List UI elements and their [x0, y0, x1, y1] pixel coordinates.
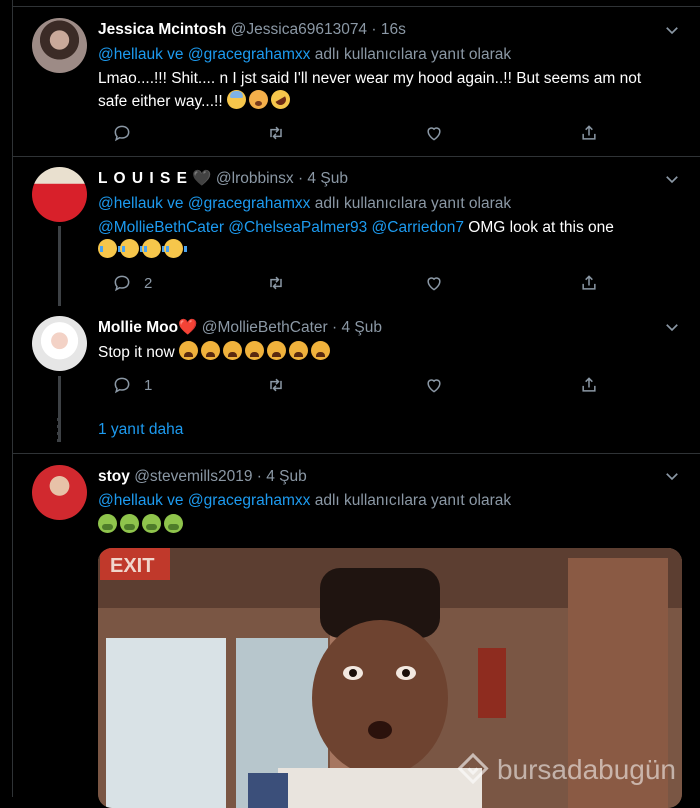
like-button[interactable]	[424, 272, 444, 294]
caret-down-icon[interactable]	[663, 21, 681, 39]
author-name[interactable]: Jessica Mcintosh	[98, 21, 226, 38]
divider	[13, 156, 700, 157]
reply-context: @hellauk ve @gracegrahamxx adlı kullanıc…	[98, 491, 511, 511]
retweet-button[interactable]	[266, 374, 286, 396]
rofl-emoji	[267, 86, 294, 113]
share-button[interactable]	[579, 272, 599, 294]
reply-button[interactable]: 1	[112, 374, 152, 396]
nauseated-emoji	[120, 514, 139, 533]
weary-emoji	[201, 341, 220, 360]
watermark-text: bursadabugün	[496, 754, 676, 785]
reply-context: @hellauk ve @gracegrahamxx adlı kullanıc…	[98, 194, 511, 214]
retweet-icon	[270, 276, 282, 290]
share-icon	[582, 377, 596, 392]
caret-down-icon[interactable]	[663, 318, 681, 336]
reply-icon	[114, 125, 130, 142]
like-icon	[427, 127, 441, 141]
tweet-text-content: Stop it now	[98, 344, 179, 361]
watermark: bursadabugün	[455, 752, 676, 788]
sob-emoji	[164, 239, 187, 258]
author-handle[interactable]: @Jessica69613074	[231, 21, 367, 38]
fearful-face-emoji	[226, 90, 246, 109]
caret-down-icon[interactable]	[663, 170, 681, 188]
avatar[interactable]	[32, 18, 87, 73]
author-handle[interactable]: @MollieBethCater	[202, 319, 328, 336]
mention-links[interactable]: @MollieBethCater @ChelseaPalmer93 @Carri…	[98, 219, 464, 236]
like-icon	[427, 277, 441, 291]
retweet-icon	[270, 378, 282, 392]
retweet-icon	[270, 126, 282, 140]
avatar[interactable]	[32, 167, 87, 222]
author-name[interactable]: stoy	[98, 468, 130, 485]
tweet-text-line1: Lmao....!!! Shit.... n I jst said I'll n…	[98, 70, 642, 87]
tweet-actions	[98, 122, 618, 146]
tweet-text	[98, 514, 693, 537]
reply-button[interactable]: 2	[112, 272, 152, 294]
divider	[13, 6, 700, 7]
author-name[interactable]: L O U I S E	[98, 170, 188, 187]
sob-emoji	[98, 239, 121, 258]
author-handle[interactable]: @lrobbinsx	[216, 170, 294, 187]
tweet-text-content: OMG look at this one	[463, 219, 614, 236]
tweet-actions: 2	[98, 272, 618, 296]
avatar[interactable]	[32, 316, 87, 371]
thread-line	[58, 226, 61, 306]
sob-emoji	[142, 239, 165, 258]
tweet-text: Stop it now	[98, 341, 693, 364]
reply-suffix: adlı kullanıcılara yanıt olarak	[310, 195, 512, 212]
flushed-face-emoji	[248, 90, 268, 109]
weary-emoji	[289, 341, 308, 360]
tweet-text: @MollieBethCater @ChelseaPalmer93 @Carri…	[98, 216, 693, 262]
reply-mentions[interactable]: @hellauk ve @gracegrahamxx	[98, 195, 310, 212]
tweet-time[interactable]: · 4 Şub	[257, 468, 307, 485]
red-heart-emoji: ❤️	[178, 319, 198, 336]
watermark-logo-icon	[457, 752, 489, 785]
tweet-time[interactable]: · 16s	[371, 21, 405, 38]
reply-icon	[114, 377, 130, 394]
share-button[interactable]	[579, 122, 599, 144]
nauseated-emoji	[164, 514, 183, 533]
reply-count: 2	[144, 274, 153, 292]
exit-sign-text: EXIT	[110, 555, 154, 577]
reply-mentions[interactable]: @hellauk ve @gracegrahamxx	[98, 492, 310, 509]
tweet-time[interactable]: · 4 Şub	[332, 319, 382, 336]
share-icon	[582, 275, 596, 290]
reply-suffix: adlı kullanıcılara yanıt olarak	[310, 492, 512, 509]
retweet-button[interactable]	[266, 272, 286, 294]
share-button[interactable]	[579, 374, 599, 396]
tweet-text: Lmao....!!! Shit.... n I jst said I'll n…	[98, 67, 693, 113]
thread-dots	[57, 418, 61, 444]
divider	[13, 453, 700, 454]
avatar[interactable]	[32, 465, 87, 520]
weary-emoji	[179, 341, 198, 360]
like-button[interactable]	[424, 374, 444, 396]
weary-emoji	[245, 341, 264, 360]
sob-emoji	[120, 239, 143, 258]
weary-emoji	[267, 341, 286, 360]
reply-suffix: adlı kullanıcılara yanıt olarak	[310, 46, 512, 63]
gif-media[interactable]: EXIT bursadabugün	[98, 548, 682, 808]
tweet-time[interactable]: · 4 Şub	[298, 170, 348, 187]
reply-context: @hellauk ve @gracegrahamxx adlı kullanıc…	[98, 45, 511, 65]
black-heart-emoji: 🖤	[192, 170, 212, 187]
reply-icon	[114, 275, 130, 292]
tweet-text-line2: safe either way...!!	[98, 93, 227, 110]
retweet-button[interactable]	[266, 122, 286, 144]
nauseated-emoji	[142, 514, 161, 533]
like-icon	[427, 379, 441, 393]
weary-emoji	[311, 341, 330, 360]
share-icon	[582, 125, 596, 140]
caret-down-icon[interactable]	[663, 467, 681, 485]
like-button[interactable]	[424, 122, 444, 144]
reply-mentions[interactable]: @hellauk ve @gracegrahamxx	[98, 46, 310, 63]
show-more-replies-link[interactable]: 1 yanıt daha	[98, 421, 183, 439]
reply-count: 1	[144, 376, 153, 394]
reply-button[interactable]	[112, 122, 132, 144]
author-name[interactable]: Mollie Moo	[98, 319, 178, 336]
author-handle[interactable]: @stevemills2019	[134, 468, 252, 485]
weary-emoji	[223, 341, 242, 360]
nauseated-emoji	[98, 514, 117, 533]
tweet-actions: 1	[98, 374, 618, 398]
timeline: Jessica Mcintosh @Jessica69613074 · 16s …	[12, 0, 700, 808]
